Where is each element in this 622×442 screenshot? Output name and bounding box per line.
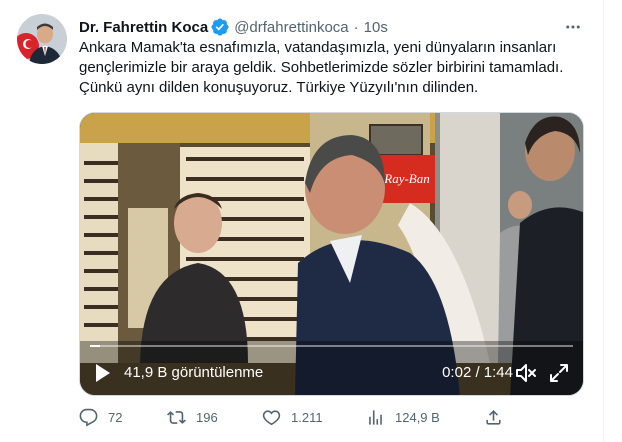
tweet[interactable]: Dr. Fahrettin Koca @drfahrettinkoca · 10… <box>0 0 604 442</box>
more-options-icon[interactable] <box>561 15 585 39</box>
heart-icon <box>262 409 281 425</box>
view-count: 124,9 B <box>395 409 440 425</box>
store-sign: Ray-Ban <box>383 171 429 186</box>
video-progress-fill <box>90 345 100 347</box>
share-button[interactable] <box>484 405 503 429</box>
reply-button[interactable]: 72 <box>79 405 122 429</box>
author-name[interactable]: Dr. Fahrettin Koca <box>79 19 208 36</box>
tweet-timestamp[interactable]: 10s <box>364 19 388 36</box>
video-view-count: 41,9 B görüntülenme <box>124 364 264 381</box>
volume-muted-icon[interactable] <box>515 363 537 383</box>
like-button[interactable]: 1.211 <box>262 405 323 429</box>
author-handle[interactable]: @drfahrettinkoca <box>234 19 348 36</box>
reply-count: 72 <box>108 409 123 425</box>
retweet-icon <box>167 410 186 424</box>
separator-dot: · <box>353 18 359 36</box>
video-progress-bar[interactable] <box>90 345 573 347</box>
views-button[interactable]: 124,9 B <box>366 405 440 429</box>
video-time: 0:02 / 1:44 <box>442 364 513 381</box>
verified-badge-icon <box>210 17 230 37</box>
fullscreen-icon[interactable] <box>549 363 569 383</box>
avatar[interactable] <box>17 14 67 64</box>
video-player[interactable]: Ray-Ban 41,9 B görüntülenme 0:02 / 1:44 <box>79 112 584 396</box>
analytics-icon <box>369 409 382 425</box>
retweet-count: 196 <box>196 409 218 425</box>
tweet-header: Dr. Fahrettin Koca @drfahrettinkoca · 10… <box>79 17 585 37</box>
like-count: 1.211 <box>291 409 323 425</box>
play-icon[interactable] <box>94 363 112 383</box>
retweet-button[interactable]: 196 <box>167 405 218 429</box>
reply-icon <box>79 408 98 427</box>
tweet-actions: 72 196 1.211 124,9 B <box>79 405 509 429</box>
tweet-text: Ankara Mamak'ta esnafımızla, vatandaşımı… <box>79 39 564 96</box>
video-controls: 41,9 B görüntülenme 0:02 / 1:44 <box>80 351 583 395</box>
share-icon <box>486 409 501 425</box>
